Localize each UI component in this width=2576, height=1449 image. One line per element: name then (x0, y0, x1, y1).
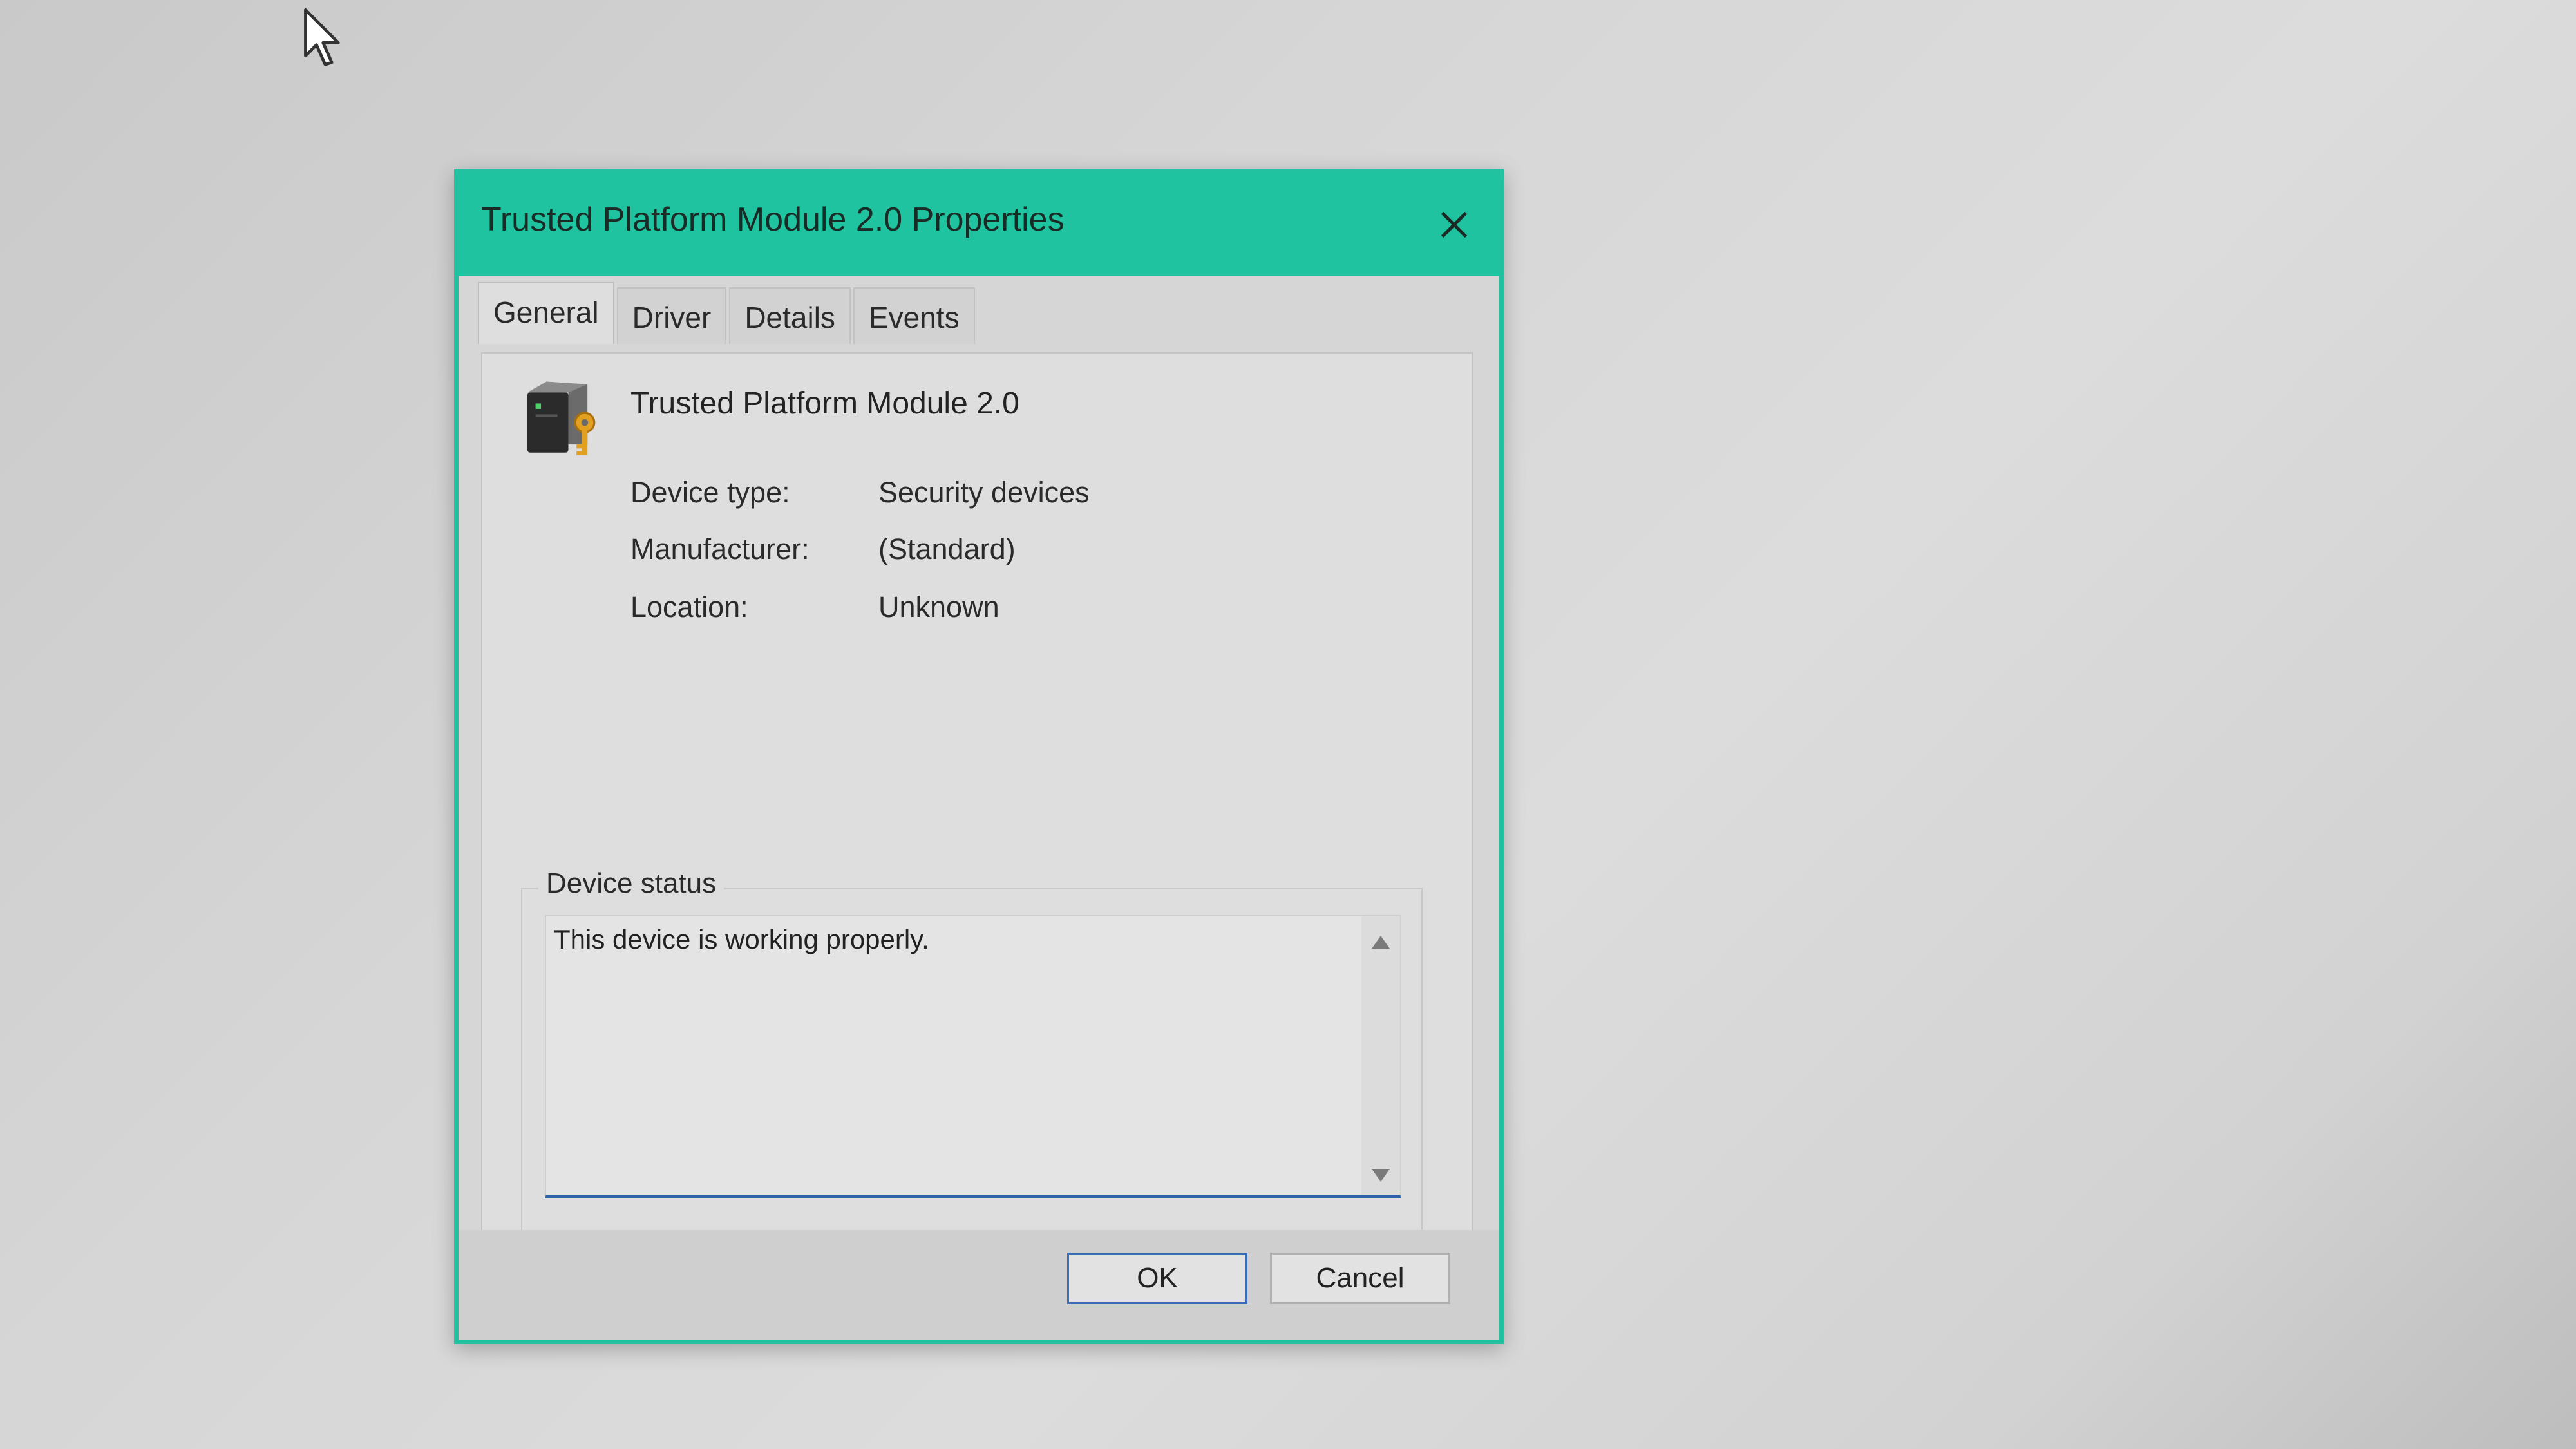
tab-strip: General Driver Details Events (478, 279, 978, 344)
general-tab-panel: Trusted Platform Module 2.0 Device type:… (481, 352, 1473, 1297)
device-status-legend: Device status (538, 867, 724, 900)
window-title: Trusted Platform Module 2.0 Properties (481, 201, 1065, 238)
device-status-textbox[interactable]: This device is working properly. (545, 915, 1401, 1198)
vertical-scrollbar[interactable] (1361, 916, 1400, 1195)
tab-events[interactable]: Events (853, 287, 975, 344)
ok-button[interactable]: OK (1067, 1253, 1247, 1304)
property-label: Manufacturer: (630, 533, 810, 565)
properties-dialog: Trusted Platform Module 2.0 Properties G… (454, 169, 1504, 1344)
property-value: Security devices (878, 476, 1090, 509)
device-name: Trusted Platform Module 2.0 (630, 386, 1019, 421)
property-label: Device type: (630, 476, 790, 509)
close-button[interactable] (1428, 199, 1480, 251)
scroll-up-arrow-icon[interactable] (1372, 936, 1390, 949)
close-icon (1441, 211, 1468, 238)
mouse-cursor-icon (304, 8, 340, 66)
dialog-footer: OK Cancel (459, 1230, 1499, 1340)
cancel-button[interactable]: Cancel (1270, 1253, 1450, 1304)
tab-driver[interactable]: Driver (616, 287, 727, 344)
title-bar[interactable]: Trusted Platform Module 2.0 Properties (459, 173, 1499, 276)
property-value: Unknown (878, 591, 999, 623)
property-value: (Standard) (878, 533, 1016, 565)
property-label: Location: (630, 591, 748, 623)
device-status-text: This device is working properly. (554, 924, 929, 954)
tab-details[interactable]: Details (729, 287, 851, 344)
tab-general[interactable]: General (478, 282, 614, 344)
scroll-down-arrow-icon[interactable] (1372, 1169, 1390, 1182)
tpm-device-icon (527, 381, 596, 456)
